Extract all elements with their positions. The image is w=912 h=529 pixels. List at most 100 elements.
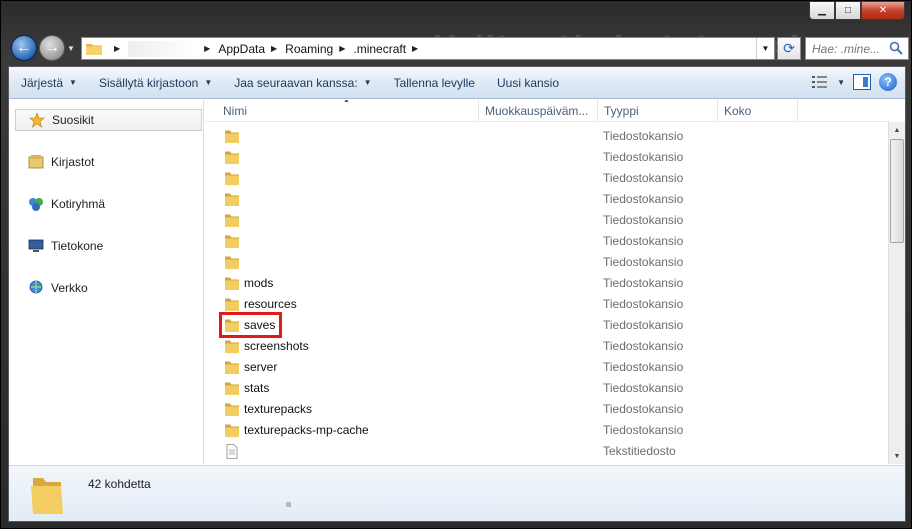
file-name: texturepacks	[244, 402, 313, 416]
scroll-thumb[interactable]	[890, 139, 904, 243]
file-type: Tiedostokansio	[603, 234, 684, 248]
file-row[interactable]: saves Tiedostokansio	[205, 312, 889, 338]
folder-icon	[225, 361, 239, 374]
search-input[interactable]	[812, 41, 888, 56]
file-row[interactable]: Tekstitiedosto	[205, 441, 889, 462]
sidebar-item-computer[interactable]: Tietokone	[15, 235, 202, 257]
folder-icon	[86, 44, 102, 55]
folder-icon	[225, 340, 239, 353]
folder-icon	[225, 193, 239, 206]
column-header-modified[interactable]: Muokkauspäiväm...	[479, 100, 598, 122]
file-row[interactable]: server Tiedostokansio	[205, 357, 889, 378]
file-name: mods	[244, 276, 274, 290]
folder-icon	[31, 478, 63, 514]
file-type: Tiedostokansio	[603, 255, 684, 269]
details-pane: 42 kohdetta	[9, 465, 905, 521]
file-row[interactable]: Tiedostokansio	[205, 252, 889, 273]
sidebar-item-homegroup[interactable]: Kotiryhmä	[15, 193, 202, 215]
include-in-library-label: Sisällytä kirjastoon	[98, 75, 199, 90]
file-row[interactable]: Tiedostokansio	[205, 168, 889, 189]
breadcrumb-separator[interactable]: ▶	[339, 44, 345, 53]
breadcrumb-minecraft[interactable]: .minecraft	[353, 42, 406, 56]
file-row[interactable]: screenshots Tiedostokansio	[205, 336, 889, 357]
resize-grip[interactable]	[286, 502, 291, 507]
forward-button[interactable]: →	[39, 35, 65, 61]
sidebar-item-label: Tietokone	[51, 239, 104, 253]
breadcrumb-separator[interactable]: ▶	[412, 44, 418, 53]
organize-menu[interactable]: Järjestä ▼	[9, 67, 87, 98]
search-icon[interactable]	[889, 41, 903, 55]
file-row[interactable]: texturepacks Tiedostokansio	[205, 399, 889, 420]
folder-icon	[225, 151, 239, 164]
file-row[interactable]: Tiedostokansio	[205, 126, 889, 147]
item-count: 42 kohdetta	[88, 477, 151, 491]
file-type: Tiedostokansio	[603, 297, 684, 311]
file-row[interactable]: Tiedostokansio	[205, 231, 889, 252]
share-with-menu[interactable]: Jaa seuraavan kanssa: ▼	[222, 67, 381, 98]
breadcrumb-separator[interactable]: ▶	[271, 44, 277, 53]
back-button[interactable]: ←	[11, 35, 37, 61]
preview-pane-icon[interactable]	[853, 74, 871, 90]
breadcrumb-hidden-segment	[128, 40, 199, 57]
file-type: Tiedostokansio	[603, 339, 684, 353]
file-type: Tiedostokansio	[603, 360, 684, 374]
file-row[interactable]: mods Tiedostokansio	[205, 273, 889, 294]
view-options-dropdown[interactable]: ▼	[837, 78, 845, 87]
chevron-down-icon: ▼	[204, 78, 213, 87]
column-header-size[interactable]: Koko	[718, 100, 798, 122]
folder-icon	[225, 172, 239, 185]
breadcrumb-appdata[interactable]: AppData	[218, 42, 265, 56]
homegroup-icon	[27, 196, 45, 212]
file-type: Tekstitiedosto	[603, 444, 676, 458]
recent-pages-dropdown[interactable]: ▼	[67, 44, 77, 54]
help-icon[interactable]: ?	[879, 73, 897, 91]
file-row[interactable]: Tiedostokansio	[205, 189, 889, 210]
file-row[interactable]: Tiedostokansio	[205, 147, 889, 168]
sidebar-item-label: Kirjastot	[51, 155, 95, 169]
column-header-type[interactable]: Tyyppi	[598, 100, 718, 122]
file-type: Tiedostokansio	[603, 318, 684, 332]
breadcrumb-separator[interactable]: ▶	[204, 44, 210, 53]
libraries-icon	[27, 154, 45, 170]
navigation-pane: Suosikit Kirjastot Kotiryhmä Tietokone V…	[9, 100, 204, 464]
minimize-button[interactable]: ▁	[809, 1, 835, 20]
sort-ascending-icon: ▲	[343, 100, 350, 104]
address-bar[interactable]: ▶ ▶ AppData ▶ Roaming ▶ .minecraft ▶ ▼	[81, 37, 775, 60]
folder-icon	[225, 214, 239, 227]
folder-icon	[225, 277, 239, 290]
change-view-icon[interactable]	[811, 74, 829, 90]
address-history-dropdown[interactable]: ▼	[756, 38, 774, 59]
sidebar-item-libraries[interactable]: Kirjastot	[15, 151, 202, 173]
breadcrumb-roaming[interactable]: Roaming	[285, 42, 333, 56]
folder-icon	[225, 235, 239, 248]
breadcrumb-separator[interactable]: ▶	[114, 44, 120, 53]
scroll-down-button[interactable]: ▼	[889, 448, 905, 464]
file-row[interactable]: texturepacks-mp-cache Tiedostokansio	[205, 420, 889, 441]
file-type: Tiedostokansio	[603, 381, 684, 395]
column-headers: ▲ Nimi Muokkauspäiväm... Tyyppi Koko	[205, 100, 889, 122]
include-in-library-menu[interactable]: Sisällytä kirjastoon ▼	[87, 67, 222, 98]
column-header-name[interactable]: Nimi	[205, 100, 479, 122]
command-bar: Järjestä ▼ Sisällytä kirjastoon ▼ Jaa se…	[9, 67, 905, 99]
computer-icon	[27, 238, 45, 254]
folder-icon	[225, 382, 239, 395]
refresh-button[interactable]: ⟳	[777, 37, 801, 60]
close-button[interactable]: ✕	[861, 1, 905, 20]
organize-label: Järjestä	[21, 75, 64, 90]
file-name: resources	[244, 297, 297, 311]
sidebar-item-network[interactable]: Verkko	[15, 277, 202, 299]
file-type: Tiedostokansio	[603, 171, 684, 185]
search-box[interactable]	[805, 37, 909, 60]
scroll-up-button[interactable]: ▲	[889, 122, 905, 138]
sidebar-item-favorites[interactable]: Suosikit	[15, 109, 202, 131]
file-row[interactable]: resources Tiedostokansio	[205, 294, 889, 315]
caption-buttons: ▁ □ ✕	[809, 1, 905, 21]
file-row[interactable]: Tiedostokansio	[205, 210, 889, 231]
burn-button[interactable]: Tallenna levylle	[382, 67, 485, 98]
maximize-button[interactable]: □	[835, 1, 861, 20]
file-row[interactable]: stats Tiedostokansio	[205, 378, 889, 399]
file-list: ▲ Nimi Muokkauspäiväm... Tyyppi Koko Tie…	[205, 100, 889, 464]
vertical-scrollbar[interactable]: ▲ ▼	[888, 122, 905, 464]
highlight-annotation-box	[219, 312, 282, 338]
new-folder-button[interactable]: Uusi kansio	[485, 67, 569, 98]
